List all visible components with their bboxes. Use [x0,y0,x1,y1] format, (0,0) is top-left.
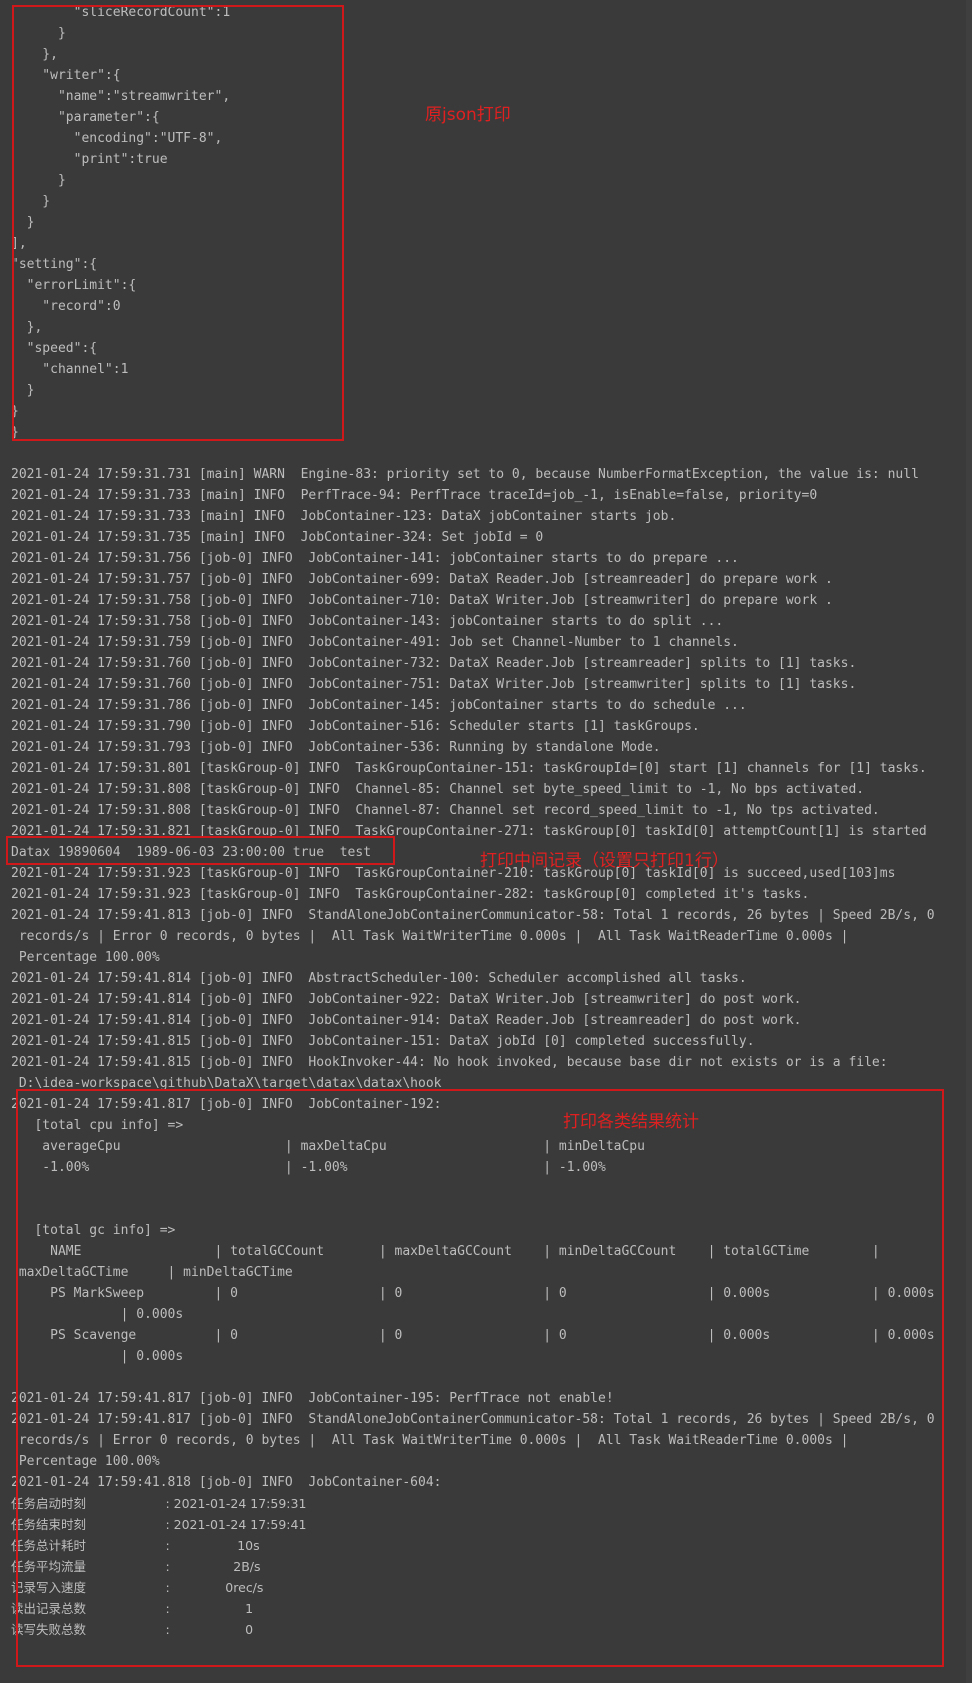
record-annotation-note: 打印中间记录（设置只打印1行） [480,851,729,871]
log-line: 2021-01-24 17:59:41.814 [job-0] INFO Job… [11,992,802,1007]
log-line: 2021-01-24 17:59:31.923 [taskGroup-0] IN… [11,887,810,902]
log-line: 2021-01-24 17:59:31.757 [job-0] INFO Job… [11,572,833,587]
log-line: 2021-01-24 17:59:31.790 [job-0] INFO Job… [11,719,700,734]
record-highlight-box [6,836,395,865]
scrollbar-track[interactable] [966,0,972,1683]
log-line: 2021-01-24 17:59:31.731 [main] WARN Engi… [11,467,919,482]
log-line: 2021-01-24 17:59:31.733 [main] INFO Perf… [11,488,818,503]
log-line: 2021-01-24 17:59:41.814 [job-0] INFO Abs… [11,971,747,986]
log-line: records/s | Error 0 records, 0 bytes | A… [11,929,849,944]
log-line: 2021-01-24 17:59:31.801 [taskGroup-0] IN… [11,761,927,776]
log-line: 2021-01-24 17:59:31.756 [job-0] INFO Job… [11,551,739,566]
log-line: 2021-01-24 17:59:31.808 [taskGroup-0] IN… [11,803,880,818]
log-line: 2021-01-24 17:59:31.735 [main] INFO JobC… [11,530,544,545]
log-line: 2021-01-24 17:59:41.815 [job-0] INFO Job… [11,1034,755,1049]
log-line: 2021-01-24 17:59:31.786 [job-0] INFO Job… [11,698,747,713]
log-line: 2021-01-24 17:59:31.808 [taskGroup-0] IN… [11,782,865,797]
log-line: 2021-01-24 17:59:41.813 [job-0] INFO Sta… [11,908,935,923]
log-line: 2021-01-24 17:59:31.760 [job-0] INFO Job… [11,656,857,671]
log-line: 2021-01-24 17:59:31.758 [job-0] INFO Job… [11,614,724,629]
log-line: 2021-01-24 17:59:41.814 [job-0] INFO Job… [11,1013,802,1028]
log-line: 2021-01-24 17:59:31.733 [main] INFO JobC… [11,509,677,524]
log-line: 2021-01-24 17:59:31.759 [job-0] INFO Job… [11,635,739,650]
json-highlight-box [12,5,344,441]
json-annotation-note: 原json打印 [425,105,511,125]
log-line: Percentage 100.00% [11,950,160,965]
log-line: 2021-01-24 17:59:41.815 [job-0] INFO Hoo… [11,1055,888,1070]
stats-annotation-note: 打印各类结果统计 [563,1112,699,1132]
log-line: 2021-01-24 17:59:31.793 [job-0] INFO Job… [11,740,661,755]
stats-highlight-box [16,1089,944,1667]
log-line: 2021-01-24 17:59:31.758 [job-0] INFO Job… [11,593,833,608]
log-line: 2021-01-24 17:59:31.760 [job-0] INFO Job… [11,677,857,692]
